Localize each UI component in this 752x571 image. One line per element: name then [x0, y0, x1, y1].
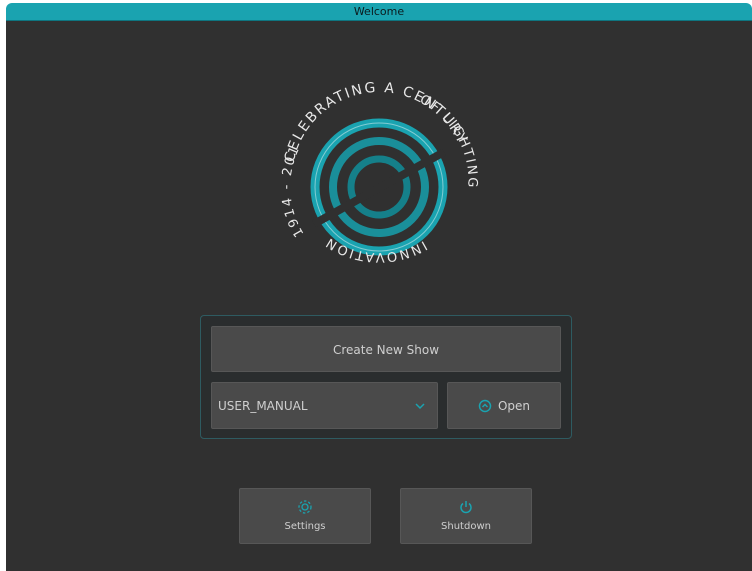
logo-rings: [310, 118, 448, 256]
window-title: Welcome: [6, 3, 752, 21]
open-label: Open: [497, 399, 531, 413]
create-new-show-label: Create New Show: [332, 343, 440, 357]
settings-button[interactable]: Settings: [239, 488, 371, 544]
open-button[interactable]: Open: [447, 382, 561, 429]
logo-left-text: 1914 - 2014: [274, 74, 307, 239]
gear-icon: [298, 500, 312, 514]
show-select-value: USER_MANUAL: [218, 399, 308, 413]
show-select[interactable]: USER_MANUAL: [211, 382, 438, 429]
open-icon: [478, 399, 492, 413]
century-logo: CELEBRATING A CENTURY OF LIGHTING INNOVA…: [274, 74, 478, 264]
shutdown-label: Shutdown: [441, 521, 491, 532]
power-icon: [460, 501, 472, 514]
create-new-show-button[interactable]: Create New Show: [211, 326, 561, 372]
chevron-down-icon: [415, 403, 425, 410]
shutdown-button[interactable]: Shutdown: [400, 488, 532, 544]
settings-label: Settings: [284, 521, 326, 532]
